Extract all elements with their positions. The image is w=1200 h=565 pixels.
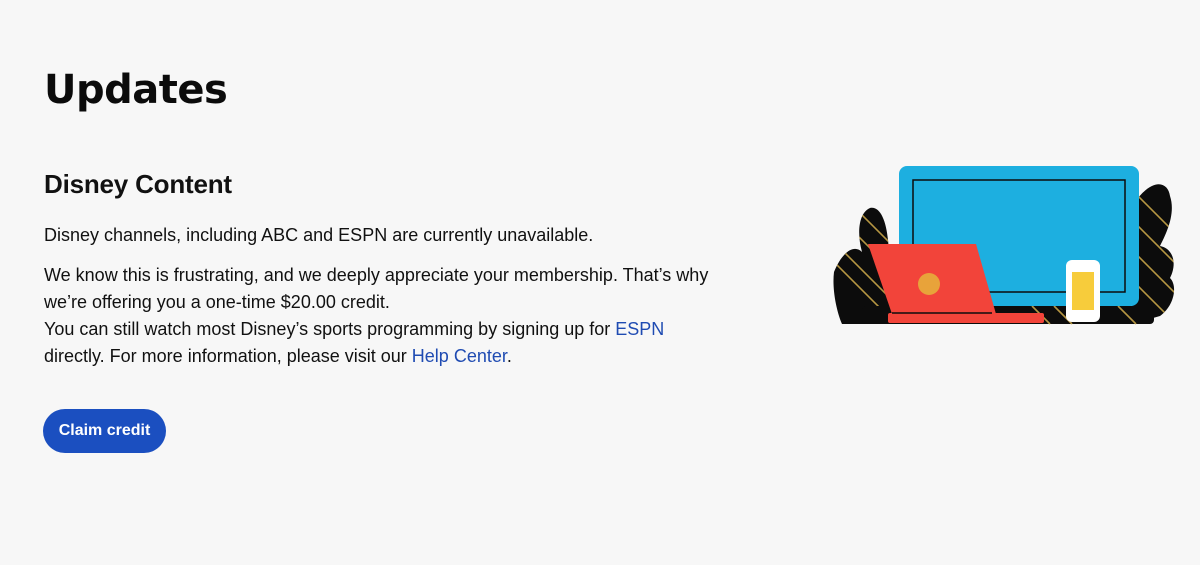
- credit-text-line2: we’re offering you a one-time $20.00 cre…: [44, 292, 390, 312]
- tv-laptop-phone-illustration: [833, 166, 1175, 325]
- sports-text: You can still watch most Disney’s sports…: [44, 319, 616, 339]
- credit-explanation: We know this is frustrating, and we deep…: [44, 262, 784, 370]
- disney-content-section: Disney Content Disney channels, includin…: [44, 166, 784, 370]
- page-title: Updates: [44, 67, 228, 113]
- section-heading: Disney Content: [44, 169, 232, 199]
- more-info-text: directly. For more information, please v…: [44, 346, 412, 366]
- availability-text: Disney channels, including ABC and ESPN …: [44, 225, 594, 245]
- period-text: .: [506, 346, 512, 366]
- help-center-link[interactable]: Help Center: [412, 346, 507, 366]
- phone-icon: [1066, 260, 1100, 322]
- claim-credit-button[interactable]: Claim credit: [43, 409, 166, 453]
- credit-text-line1: We know this is frustrating, and we deep…: [44, 265, 709, 285]
- espn-link[interactable]: ESPN: [615, 319, 664, 339]
